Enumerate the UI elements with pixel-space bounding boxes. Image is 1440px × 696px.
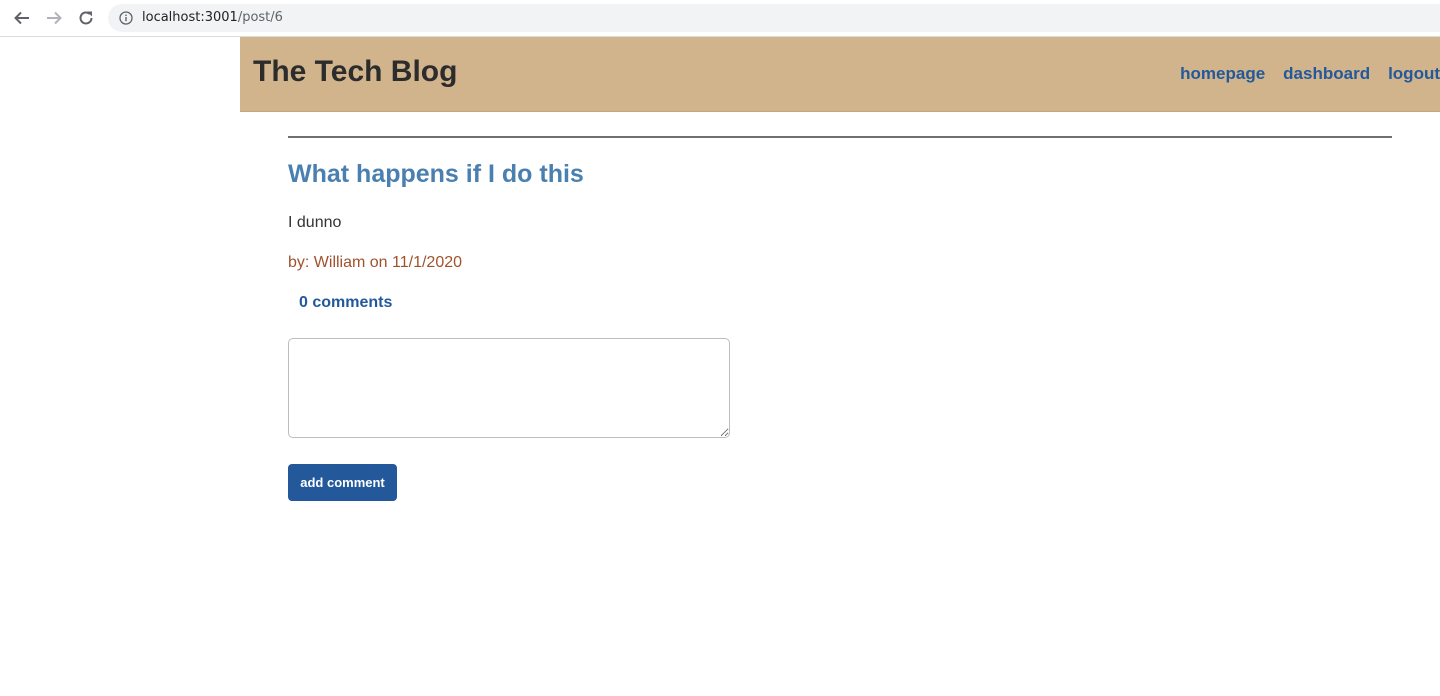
url-host: localhost:3001 — [142, 10, 238, 25]
forward-button[interactable] — [42, 6, 66, 30]
comment-textarea[interactable] — [288, 338, 730, 438]
nav-link-logout[interactable]: logout — [1388, 64, 1440, 84]
reload-button[interactable] — [74, 6, 98, 30]
post-byline: by: William on 11/1/2020 — [288, 254, 463, 271]
forward-arrow-icon — [47, 11, 62, 25]
add-comment-button[interactable]: add comment — [288, 464, 397, 501]
back-button[interactable] — [10, 6, 34, 30]
nav-link-homepage[interactable]: homepage — [1180, 64, 1265, 84]
site-nav: homepage dashboard logout — [1180, 64, 1440, 84]
site-title: The Tech Blog — [253, 55, 458, 88]
post-title: What happens if I do this — [288, 160, 584, 188]
post-body: I dunno — [288, 214, 342, 231]
site-header: The Tech Blog homepage dashboard logout — [240, 37, 1440, 112]
address-bar[interactable]: localhost:3001/post/6 — [108, 4, 1440, 32]
url-text[interactable]: localhost:3001/post/6 — [142, 10, 283, 25]
back-arrow-icon — [14, 11, 29, 25]
nav-link-dashboard[interactable]: dashboard — [1283, 64, 1370, 84]
browser-toolbar: localhost:3001/post/6 — [0, 0, 1440, 37]
info-icon[interactable] — [119, 11, 133, 25]
comments-count[interactable]: 0 comments — [299, 294, 392, 312]
divider — [288, 136, 1392, 138]
url-path: /post/6 — [237, 10, 283, 25]
reload-icon — [79, 11, 93, 25]
